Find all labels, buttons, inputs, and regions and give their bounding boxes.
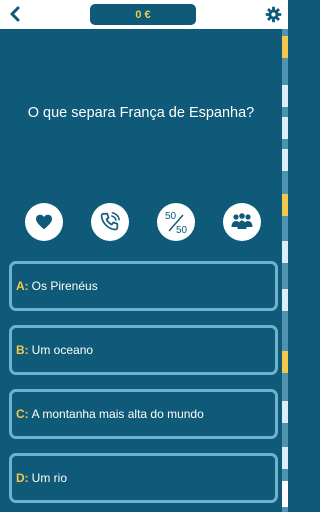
settings-button[interactable] (264, 5, 282, 23)
answer-a-button[interactable]: A: Os Pirenéus (9, 261, 278, 311)
ladder-step (282, 36, 288, 58)
phone-icon (100, 212, 120, 231)
answer-text: Um rio (31, 471, 68, 485)
answer-letter: B: (16, 343, 29, 357)
ladder-step (282, 149, 288, 171)
lifeline-audience[interactable] (223, 203, 261, 241)
ladder-step (282, 241, 288, 263)
ladder-step (282, 85, 288, 107)
lifeline-phone[interactable] (91, 203, 129, 241)
answer-b-button[interactable]: B: Um oceano (9, 325, 278, 375)
prize-ladder-edge[interactable] (282, 29, 288, 512)
ladder-step (282, 447, 288, 469)
ladder-step (282, 289, 288, 311)
ladder-step (282, 194, 288, 216)
gear-icon (265, 6, 281, 22)
back-button[interactable] (6, 4, 24, 24)
ladder-tab[interactable] (282, 481, 288, 507)
money-display: 0 € (90, 4, 196, 25)
answer-d-button[interactable]: D: Um rio (9, 453, 278, 503)
lifeline-fifty-fifty[interactable]: 50 50 (157, 203, 195, 241)
answer-c-button[interactable]: C: A montanha mais alta do mundo (9, 389, 278, 439)
answer-text: A montanha mais alta do mundo (31, 407, 204, 421)
fifty-top: 50 (165, 211, 177, 222)
ladder-step (282, 351, 288, 373)
ladder-step (282, 117, 288, 139)
answer-text: Os Pirenéus (31, 279, 98, 293)
answer-text: Um oceano (31, 343, 94, 357)
money-label: 0 € (135, 8, 151, 21)
top-bar: 0 € (0, 0, 288, 29)
answer-letter: D: (16, 471, 29, 485)
lifeline-heart[interactable] (25, 203, 63, 241)
audience-icon (231, 213, 253, 229)
chevron-left-icon (10, 6, 20, 22)
answer-letter: A: (16, 279, 29, 293)
question-text: O que separa França de Espanha? (27, 105, 255, 121)
fifty-bottom: 50 (176, 225, 188, 236)
ladder-step (282, 401, 288, 423)
heart-icon (36, 214, 52, 230)
fifty-fifty-icon: 50 50 (165, 211, 188, 236)
answer-letter: C: (16, 407, 29, 421)
